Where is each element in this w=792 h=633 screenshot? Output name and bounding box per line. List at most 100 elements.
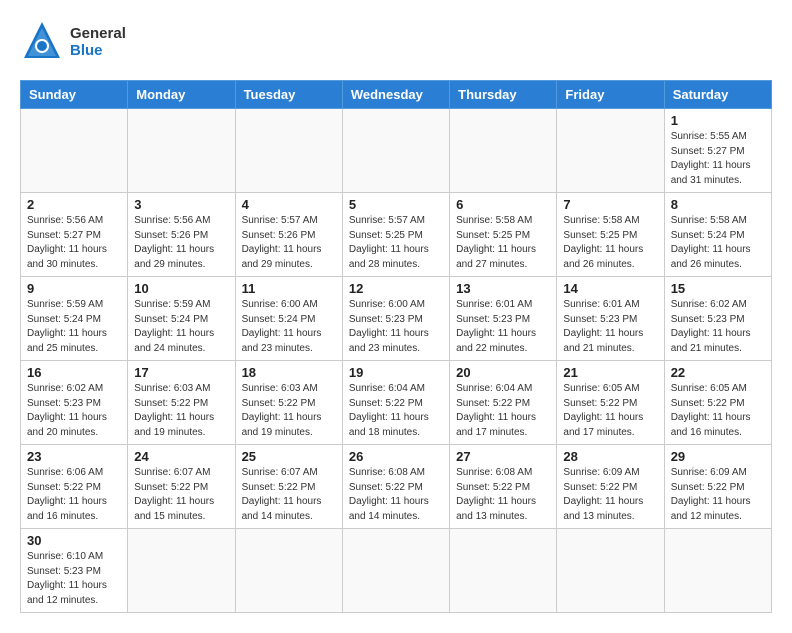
day-info: Sunrise: 6:10 AM Sunset: 5:23 PM Dayligh…: [27, 550, 121, 608]
calendar-cell: [128, 109, 235, 193]
calendar-cell: [664, 529, 771, 613]
day-info: Sunrise: 5:55 AM Sunset: 5:27 PM Dayligh…: [671, 130, 765, 188]
day-number: 25: [242, 449, 336, 464]
day-number: 11: [242, 281, 336, 296]
calendar-week-row: 16 Sunrise: 6:02 AM Sunset: 5:23 PM Dayli…: [21, 361, 772, 445]
calendar-week-row: 1 Sunrise: 5:55 AM Sunset: 5:27 PM Daylig…: [21, 109, 772, 193]
calendar-cell: 25 Sunrise: 6:07 AM Sunset: 5:22 PM Dayli…: [235, 445, 342, 529]
weekday-header-row: SundayMondayTuesdayWednesdayThursdayFrid…: [21, 81, 772, 109]
day-info: Sunrise: 6:01 AM Sunset: 5:23 PM Dayligh…: [563, 298, 657, 356]
weekday-header-wednesday: Wednesday: [342, 81, 449, 109]
calendar-cell: [342, 109, 449, 193]
day-number: 19: [349, 365, 443, 380]
calendar-cell: 24Sunrise: 6:07 AM Sunset: 5:22 PM Dayli…: [128, 445, 235, 529]
calendar-cell: 8 Sunrise: 5:58 AM Sunset: 5:24 PM Daylig…: [664, 193, 771, 277]
calendar-cell: 7Sunrise: 5:58 AM Sunset: 5:25 PM Daylig…: [557, 193, 664, 277]
logo: General Blue: [20, 20, 126, 64]
day-info: Sunrise: 5:57 AM Sunset: 5:26 PM Dayligh…: [242, 214, 336, 272]
calendar-cell: [557, 109, 664, 193]
weekday-header-tuesday: Tuesday: [235, 81, 342, 109]
calendar-cell: 1 Sunrise: 5:55 AM Sunset: 5:27 PM Daylig…: [664, 109, 771, 193]
day-number: 6: [456, 197, 550, 212]
calendar-cell: [128, 529, 235, 613]
day-info: Sunrise: 6:01 AM Sunset: 5:23 PM Dayligh…: [456, 298, 550, 356]
calendar-week-row: 9Sunrise: 5:59 AM Sunset: 5:24 PM Daylig…: [21, 277, 772, 361]
calendar-cell: 20Sunrise: 6:04 AM Sunset: 5:22 PM Dayli…: [450, 361, 557, 445]
calendar-cell: 14 Sunrise: 6:01 AM Sunset: 5:23 PM Dayli…: [557, 277, 664, 361]
calendar-cell: 12Sunrise: 6:00 AM Sunset: 5:23 PM Dayli…: [342, 277, 449, 361]
calendar-cell: 22 Sunrise: 6:05 AM Sunset: 5:22 PM Dayli…: [664, 361, 771, 445]
weekday-header-monday: Monday: [128, 81, 235, 109]
day-number: 16: [27, 365, 121, 380]
day-info: Sunrise: 6:04 AM Sunset: 5:22 PM Dayligh…: [349, 382, 443, 440]
calendar-cell: 5 Sunrise: 5:57 AM Sunset: 5:25 PM Daylig…: [342, 193, 449, 277]
calendar-cell: 11 Sunrise: 6:00 AM Sunset: 5:24 PM Dayli…: [235, 277, 342, 361]
weekday-header-sunday: Sunday: [21, 81, 128, 109]
calendar-cell: 9Sunrise: 5:59 AM Sunset: 5:24 PM Daylig…: [21, 277, 128, 361]
day-info: Sunrise: 5:57 AM Sunset: 5:25 PM Dayligh…: [349, 214, 443, 272]
day-number: 28: [563, 449, 657, 464]
calendar-cell: 10 Sunrise: 5:59 AM Sunset: 5:24 PM Dayli…: [128, 277, 235, 361]
day-number: 22: [671, 365, 765, 380]
day-info: Sunrise: 5:56 AM Sunset: 5:27 PM Dayligh…: [27, 214, 121, 272]
day-info: Sunrise: 6:07 AM Sunset: 5:22 PM Dayligh…: [134, 466, 228, 524]
day-number: 10: [134, 281, 228, 296]
day-number: 7: [563, 197, 657, 212]
calendar-table: SundayMondayTuesdayWednesdayThursdayFrid…: [20, 80, 772, 613]
day-info: Sunrise: 6:09 AM Sunset: 5:22 PM Dayligh…: [563, 466, 657, 524]
calendar-cell: 17 Sunrise: 6:03 AM Sunset: 5:22 PM Dayli…: [128, 361, 235, 445]
day-number: 26: [349, 449, 443, 464]
day-number: 2: [27, 197, 121, 212]
day-info: Sunrise: 6:09 AM Sunset: 5:22 PM Dayligh…: [671, 466, 765, 524]
day-number: 5: [349, 197, 443, 212]
calendar-cell: [21, 109, 128, 193]
calendar-cell: 28 Sunrise: 6:09 AM Sunset: 5:22 PM Dayli…: [557, 445, 664, 529]
day-number: 21: [563, 365, 657, 380]
day-number: 1: [671, 113, 765, 128]
day-number: 20: [456, 365, 550, 380]
day-number: 27: [456, 449, 550, 464]
day-number: 8: [671, 197, 765, 212]
day-info: Sunrise: 6:06 AM Sunset: 5:22 PM Dayligh…: [27, 466, 121, 524]
day-info: Sunrise: 5:58 AM Sunset: 5:25 PM Dayligh…: [456, 214, 550, 272]
day-info: Sunrise: 6:03 AM Sunset: 5:22 PM Dayligh…: [134, 382, 228, 440]
day-number: 17: [134, 365, 228, 380]
day-number: 14: [563, 281, 657, 296]
calendar-cell: 15Sunrise: 6:02 AM Sunset: 5:23 PM Dayli…: [664, 277, 771, 361]
day-info: Sunrise: 6:05 AM Sunset: 5:22 PM Dayligh…: [563, 382, 657, 440]
day-number: 4: [242, 197, 336, 212]
calendar-cell: 26 Sunrise: 6:08 AM Sunset: 5:22 PM Dayli…: [342, 445, 449, 529]
day-info: Sunrise: 6:08 AM Sunset: 5:22 PM Dayligh…: [456, 466, 550, 524]
calendar-cell: 27 Sunrise: 6:08 AM Sunset: 5:22 PM Dayli…: [450, 445, 557, 529]
calendar-cell: 13Sunrise: 6:01 AM Sunset: 5:23 PM Dayli…: [450, 277, 557, 361]
day-info: Sunrise: 6:05 AM Sunset: 5:22 PM Dayligh…: [671, 382, 765, 440]
calendar-cell: 29Sunrise: 6:09 AM Sunset: 5:22 PM Dayli…: [664, 445, 771, 529]
calendar-cell: [342, 529, 449, 613]
day-info: Sunrise: 5:56 AM Sunset: 5:26 PM Dayligh…: [134, 214, 228, 272]
weekday-header-thursday: Thursday: [450, 81, 557, 109]
page-header: General Blue: [20, 20, 772, 64]
day-info: Sunrise: 6:00 AM Sunset: 5:24 PM Dayligh…: [242, 298, 336, 356]
day-info: Sunrise: 6:08 AM Sunset: 5:22 PM Dayligh…: [349, 466, 443, 524]
calendar-cell: 30 Sunrise: 6:10 AM Sunset: 5:23 PM Dayli…: [21, 529, 128, 613]
calendar-cell: 2 Sunrise: 5:56 AM Sunset: 5:27 PM Daylig…: [21, 193, 128, 277]
day-info: Sunrise: 6:02 AM Sunset: 5:23 PM Dayligh…: [27, 382, 121, 440]
day-info: Sunrise: 5:58 AM Sunset: 5:24 PM Dayligh…: [671, 214, 765, 272]
calendar-cell: 23 Sunrise: 6:06 AM Sunset: 5:22 PM Dayli…: [21, 445, 128, 529]
day-info: Sunrise: 6:07 AM Sunset: 5:22 PM Dayligh…: [242, 466, 336, 524]
calendar-cell: 19 Sunrise: 6:04 AM Sunset: 5:22 PM Dayli…: [342, 361, 449, 445]
calendar-cell: [235, 529, 342, 613]
weekday-header-friday: Friday: [557, 81, 664, 109]
weekday-header-saturday: Saturday: [664, 81, 771, 109]
day-number: 23: [27, 449, 121, 464]
day-number: 18: [242, 365, 336, 380]
calendar-week-row: 23 Sunrise: 6:06 AM Sunset: 5:22 PM Dayli…: [21, 445, 772, 529]
day-info: Sunrise: 5:59 AM Sunset: 5:24 PM Dayligh…: [134, 298, 228, 356]
calendar-cell: [450, 109, 557, 193]
day-number: 12: [349, 281, 443, 296]
day-number: 30: [27, 533, 121, 548]
calendar-cell: 4 Sunrise: 5:57 AM Sunset: 5:26 PM Daylig…: [235, 193, 342, 277]
day-number: 3: [134, 197, 228, 212]
calendar-week-row: 30 Sunrise: 6:10 AM Sunset: 5:23 PM Dayli…: [21, 529, 772, 613]
calendar-cell: [235, 109, 342, 193]
